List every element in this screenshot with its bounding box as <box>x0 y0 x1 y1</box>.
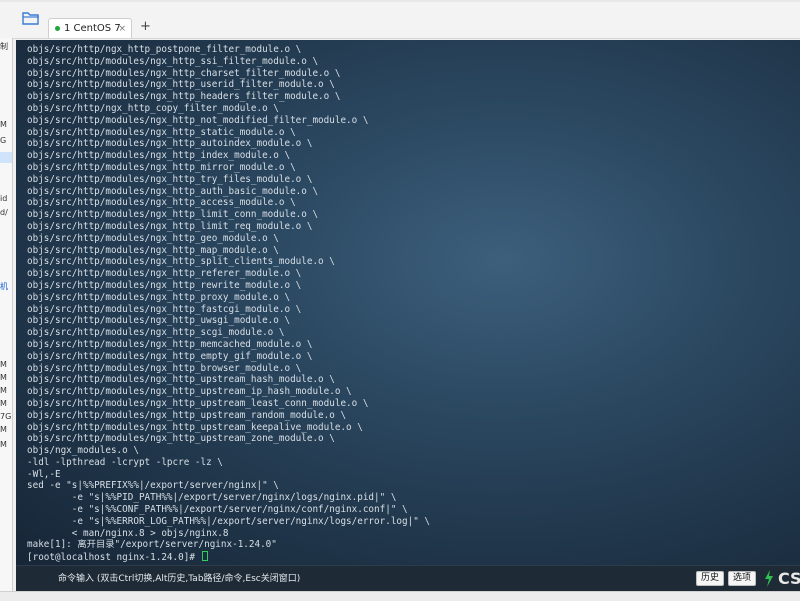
terminal-line: -e "s|%%ERROR_LOG_PATH%%|/export/server/… <box>27 515 430 527</box>
terminal-line: objs/src/http/modules/ngx_http_rewrite_m… <box>27 279 302 291</box>
tab-centos7[interactable]: 1 CentOS 7 × <box>48 18 132 38</box>
left-panel: 制 M G id d/ 机 M M M M 7G M M <box>0 38 13 600</box>
side-label: G <box>0 136 7 145</box>
shell-prompt: [root@localhost nginx-1.24.0]# <box>27 552 201 564</box>
terminal-line: objs/src/http/modules/ngx_http_fastcgi_m… <box>27 303 302 315</box>
command-input-bar[interactable]: 命令输入 (双击Ctrl切换,Alt历史,Tab路径/命令,Esc关闭窗口) 历… <box>16 565 800 592</box>
selected-row-highlight <box>0 152 12 163</box>
terminal-line: objs/src/http/modules/ngx_http_proxy_mod… <box>27 291 291 303</box>
terminal-line: objs/src/http/ngx_http_postpone_filter_m… <box>27 44 302 55</box>
tab-label: 1 CentOS 7 <box>64 23 121 34</box>
terminal-line: objs/src/http/modules/ngx_http_geo_modul… <box>27 232 279 244</box>
terminal-line: objs/src/http/modules/ngx_http_static_mo… <box>27 126 296 138</box>
terminal-line: objs/src/http/modules/ngx_http_limit_con… <box>27 209 319 221</box>
terminal-line: objs/src/http/modules/ngx_http_upstream_… <box>27 397 369 409</box>
terminal-line: -e "s|%%PID_PATH%%|/export/server/nginx/… <box>27 492 397 504</box>
side-label: M <box>0 360 7 369</box>
history-button[interactable]: 历史 <box>696 571 725 586</box>
terminal-line: objs/src/http/modules/ngx_http_browser_m… <box>27 362 302 374</box>
terminal-line: objs/src/http/modules/ngx_http_charset_f… <box>27 67 341 79</box>
terminal-line: objs/ngx_modules.o \ <box>27 445 139 457</box>
side-label: M <box>0 373 7 382</box>
top-strip <box>0 0 800 2</box>
terminal-text: objs/src/http/ngx_http_postpone_filter_m… <box>27 44 430 563</box>
options-button[interactable]: 选项 <box>728 571 757 586</box>
terminal-line: objs/src/http/modules/ngx_http_ssi_filte… <box>27 55 319 67</box>
terminal-line: -ldl -lpthread -lcrypt -lpcre -lz \ <box>27 456 223 468</box>
side-label: id <box>0 194 8 203</box>
terminal-line: -Wl,-E <box>27 468 61 480</box>
side-label: M <box>0 425 7 434</box>
terminal-line: objs/src/http/modules/ngx_http_headers_f… <box>27 91 341 103</box>
terminal-line: make[1]: 离开目录"/export/server/nginx-1.24.… <box>27 539 277 551</box>
side-label: M <box>0 399 7 408</box>
cs-badge: CS <box>778 569 800 588</box>
tab-bar: 1 CentOS 7 × + <box>0 0 800 39</box>
terminal-line: objs/src/http/modules/ngx_http_split_cli… <box>27 256 335 268</box>
terminal-line: objs/src/http/modules/ngx_http_not_modif… <box>27 114 369 126</box>
side-label: d/ <box>0 208 8 217</box>
cursor-block <box>201 551 208 562</box>
terminal-line: objs/src/http/modules/ngx_http_upstream_… <box>27 374 335 386</box>
command-input-hint[interactable]: 命令输入 (双击Ctrl切换,Alt历史,Tab路径/命令,Esc关闭窗口) <box>58 566 300 592</box>
terminal-line: objs/src/http/modules/ngx_http_upstream_… <box>27 409 347 421</box>
terminal-line: objs/src/http/modules/ngx_http_access_mo… <box>27 197 296 209</box>
side-label: M <box>0 120 7 129</box>
terminal-prompt-line: [root@localhost nginx-1.24.0]# <box>27 551 430 563</box>
add-tab-button[interactable]: + <box>140 19 151 35</box>
terminal-line: objs/src/http/modules/ngx_http_map_modul… <box>27 244 279 256</box>
side-label: 机 <box>0 282 8 291</box>
terminal-line: objs/src/http/modules/ngx_http_upstream_… <box>27 386 352 398</box>
side-label: M <box>0 386 7 395</box>
lightning-icon[interactable] <box>764 570 774 587</box>
terminal-line: objs/src/http/modules/ngx_http_autoindex… <box>27 138 313 150</box>
terminal-line: objs/src/http/modules/ngx_http_index_mod… <box>27 150 291 162</box>
side-label: 7G <box>0 412 12 421</box>
terminal-line: objs/src/http/modules/ngx_http_referer_m… <box>27 268 302 280</box>
terminal-line: objs/src/http/modules/ngx_http_memcached… <box>27 338 313 350</box>
terminal-line: objs/src/http/modules/ngx_http_upstream_… <box>27 421 363 433</box>
terminal-line: objs/src/http/modules/ngx_http_limit_req… <box>27 220 313 232</box>
side-label: M <box>0 440 7 449</box>
terminal-line: objs/src/http/modules/ngx_http_try_files… <box>27 173 313 185</box>
terminal-line: objs/src/http/modules/ngx_http_empty_gif… <box>27 350 313 362</box>
terminal-line: objs/src/http/modules/ngx_http_mirror_mo… <box>27 161 296 173</box>
terminal-line: sed -e "s|%%PREFIX%%|/export/server/ngin… <box>27 480 279 492</box>
terminal-line: < man/nginx.8 > objs/nginx.8 <box>27 527 229 539</box>
terminal-line: objs/src/http/modules/ngx_http_scgi_modu… <box>27 327 285 339</box>
side-label: 制 <box>0 42 8 51</box>
close-tab-icon[interactable]: × <box>118 19 126 39</box>
terminal-line: objs/src/http/ngx_http_copy_filter_modul… <box>27 102 279 114</box>
connected-status-icon <box>55 25 60 31</box>
terminal-line: objs/src/http/modules/ngx_http_upstream_… <box>27 433 335 445</box>
terminal-line: -e "s|%%CONF_PATH%%|/export/server/nginx… <box>27 504 408 516</box>
terminal-line: objs/src/http/modules/ngx_http_uwsgi_mod… <box>27 315 291 327</box>
terminal-line: objs/src/http/modules/ngx_http_auth_basi… <box>27 185 319 197</box>
terminal-line: objs/src/http/modules/ngx_http_userid_fi… <box>27 79 335 91</box>
folder-icon[interactable] <box>22 10 40 26</box>
terminal-output[interactable]: objs/src/http/ngx_http_postpone_filter_m… <box>16 40 800 565</box>
